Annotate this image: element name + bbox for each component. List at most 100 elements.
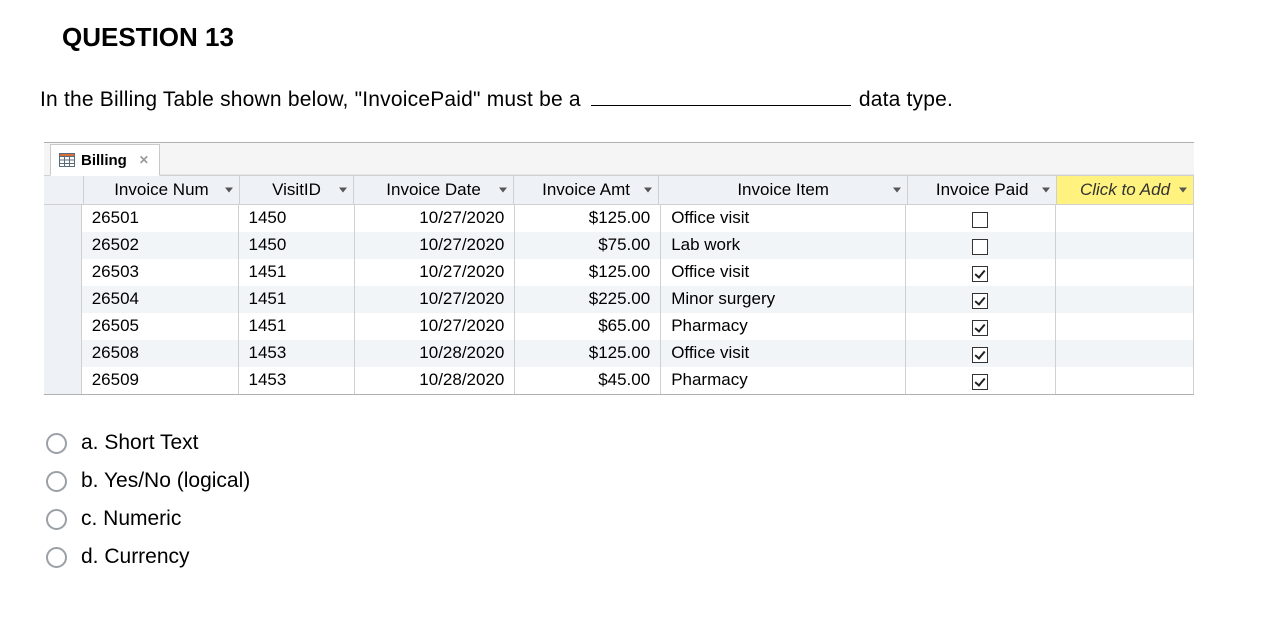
- cell-add-col[interactable]: [1056, 340, 1194, 367]
- cell-invoice-num[interactable]: 26503: [82, 259, 239, 286]
- cell-invoice-num[interactable]: 26502: [82, 232, 239, 259]
- cell-invoice-item[interactable]: Pharmacy: [661, 367, 906, 394]
- checkbox-icon[interactable]: [972, 266, 988, 282]
- cell-visit-id[interactable]: 1450: [239, 232, 355, 259]
- option-c[interactable]: c. Numeric: [46, 507, 1240, 531]
- cell-add-col[interactable]: [1056, 259, 1194, 286]
- col-header-invoice-date[interactable]: Invoice Date: [354, 176, 514, 204]
- cell-add-col[interactable]: [1056, 286, 1194, 313]
- cell-invoice-paid[interactable]: [906, 340, 1055, 367]
- option-b[interactable]: b. Yes/No (logical): [46, 469, 1240, 493]
- chevron-down-icon[interactable]: [644, 188, 652, 193]
- cell-invoice-amt[interactable]: $225.00: [515, 286, 661, 313]
- table-row[interactable]: 26508145310/28/2020$125.00Office visit: [44, 340, 1194, 367]
- row-selector[interactable]: [44, 232, 82, 259]
- cell-invoice-item[interactable]: Office visit: [661, 205, 906, 232]
- option-d[interactable]: d. Currency: [46, 545, 1240, 569]
- cell-visit-id[interactable]: 1451: [239, 259, 355, 286]
- table-row[interactable]: 26502145010/27/2020$75.00Lab work: [44, 232, 1194, 259]
- col-label: Invoice Num: [114, 180, 208, 200]
- cell-invoice-item[interactable]: Office visit: [661, 340, 906, 367]
- cell-invoice-amt[interactable]: $75.00: [515, 232, 661, 259]
- cell-invoice-date[interactable]: 10/27/2020: [355, 313, 515, 340]
- cell-invoice-paid[interactable]: [906, 286, 1055, 313]
- chevron-down-icon[interactable]: [499, 188, 507, 193]
- checkbox-icon[interactable]: [972, 293, 988, 309]
- row-selector[interactable]: [44, 367, 82, 394]
- cell-add-col[interactable]: [1056, 367, 1194, 394]
- cell-invoice-date[interactable]: 10/28/2020: [355, 340, 515, 367]
- checkbox-icon[interactable]: [972, 320, 988, 336]
- cell-invoice-item[interactable]: Lab work: [661, 232, 906, 259]
- cell-invoice-item[interactable]: Minor surgery: [661, 286, 906, 313]
- col-label: Invoice Amt: [542, 180, 630, 200]
- cell-invoice-amt[interactable]: $45.00: [515, 367, 661, 394]
- radio-icon[interactable]: [46, 471, 67, 492]
- col-header-click-to-add[interactable]: Click to Add: [1057, 176, 1194, 204]
- table-row[interactable]: 26505145110/27/2020$65.00Pharmacy: [44, 313, 1194, 340]
- cell-invoice-num[interactable]: 26501: [82, 205, 239, 232]
- checkbox-icon[interactable]: [972, 347, 988, 363]
- cell-invoice-num[interactable]: 26504: [82, 286, 239, 313]
- cell-invoice-paid[interactable]: [906, 205, 1055, 232]
- cell-invoice-paid[interactable]: [906, 313, 1055, 340]
- cell-invoice-date[interactable]: 10/27/2020: [355, 205, 515, 232]
- cell-invoice-paid[interactable]: [906, 232, 1055, 259]
- cell-invoice-date[interactable]: 10/27/2020: [355, 232, 515, 259]
- checkbox-icon[interactable]: [972, 212, 988, 228]
- table-row[interactable]: 26504145110/27/2020$225.00Minor surgery: [44, 286, 1194, 313]
- col-header-visit-id[interactable]: VisitID: [240, 176, 354, 204]
- col-label: Invoice Date: [386, 180, 481, 200]
- cell-invoice-item[interactable]: Office visit: [661, 259, 906, 286]
- checkbox-icon[interactable]: [972, 374, 988, 390]
- row-selector[interactable]: [44, 340, 82, 367]
- chevron-down-icon[interactable]: [1179, 188, 1187, 193]
- cell-invoice-amt[interactable]: $65.00: [515, 313, 661, 340]
- row-selector[interactable]: [44, 286, 82, 313]
- cell-invoice-num[interactable]: 26508: [82, 340, 239, 367]
- cell-invoice-amt[interactable]: $125.00: [515, 259, 661, 286]
- row-selector[interactable]: [44, 313, 82, 340]
- tab-billing[interactable]: Billing ✕: [50, 144, 160, 176]
- chevron-down-icon[interactable]: [893, 188, 901, 193]
- cell-visit-id[interactable]: 1453: [239, 367, 355, 394]
- close-icon[interactable]: ✕: [139, 153, 149, 167]
- chevron-down-icon[interactable]: [339, 188, 347, 193]
- option-a[interactable]: a. Short Text: [46, 431, 1240, 455]
- checkbox-icon[interactable]: [972, 239, 988, 255]
- table-row[interactable]: 26509145310/28/2020$45.00Pharmacy: [44, 367, 1194, 394]
- cell-visit-id[interactable]: 1453: [239, 340, 355, 367]
- cell-invoice-paid[interactable]: [906, 367, 1055, 394]
- cell-invoice-date[interactable]: 10/28/2020: [355, 367, 515, 394]
- radio-icon[interactable]: [46, 509, 67, 530]
- cell-visit-id[interactable]: 1451: [239, 313, 355, 340]
- cell-invoice-paid[interactable]: [906, 259, 1055, 286]
- cell-add-col[interactable]: [1056, 205, 1194, 232]
- cell-visit-id[interactable]: 1451: [239, 286, 355, 313]
- col-header-invoice-paid[interactable]: Invoice Paid: [908, 176, 1057, 204]
- question-prompt: In the Billing Table shown below, "Invoi…: [40, 87, 1240, 112]
- cell-invoice-item[interactable]: Pharmacy: [661, 313, 906, 340]
- radio-icon[interactable]: [46, 547, 67, 568]
- col-header-invoice-num[interactable]: Invoice Num: [84, 176, 240, 204]
- option-label: b. Yes/No (logical): [81, 469, 250, 493]
- row-selector[interactable]: [44, 205, 82, 232]
- col-header-invoice-item[interactable]: Invoice Item: [659, 176, 908, 204]
- cell-invoice-amt[interactable]: $125.00: [515, 205, 661, 232]
- table-row[interactable]: 26501145010/27/2020$125.00Office visit: [44, 205, 1194, 232]
- cell-add-col[interactable]: [1056, 232, 1194, 259]
- cell-visit-id[interactable]: 1450: [239, 205, 355, 232]
- prompt-text-before: In the Billing Table shown below, "Invoi…: [40, 88, 587, 111]
- col-header-invoice-amt[interactable]: Invoice Amt: [514, 176, 659, 204]
- cell-add-col[interactable]: [1056, 313, 1194, 340]
- cell-invoice-date[interactable]: 10/27/2020: [355, 286, 515, 313]
- cell-invoice-num[interactable]: 26509: [82, 367, 239, 394]
- chevron-down-icon[interactable]: [1042, 188, 1050, 193]
- cell-invoice-num[interactable]: 26505: [82, 313, 239, 340]
- chevron-down-icon[interactable]: [225, 188, 233, 193]
- cell-invoice-date[interactable]: 10/27/2020: [355, 259, 515, 286]
- table-row[interactable]: 26503145110/27/2020$125.00Office visit: [44, 259, 1194, 286]
- row-selector[interactable]: [44, 259, 82, 286]
- cell-invoice-amt[interactable]: $125.00: [515, 340, 661, 367]
- radio-icon[interactable]: [46, 433, 67, 454]
